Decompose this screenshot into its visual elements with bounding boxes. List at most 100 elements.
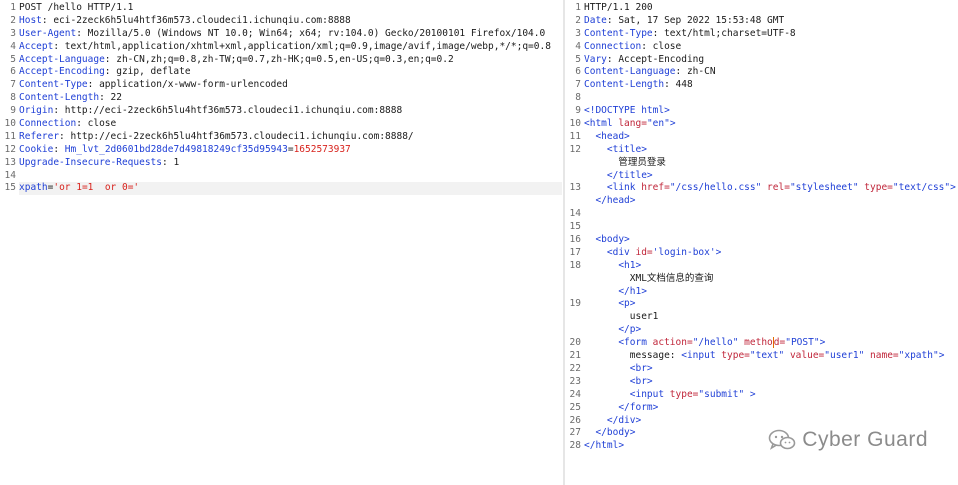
response-line[interactable]: 23 <br>: [566, 376, 958, 389]
request-line[interactable]: 5 Accept-Language: zh-CN,zh;q=0.8,zh-TW;q…: [0, 54, 562, 67]
request-line[interactable]: 6 Accept-Encoding: gzip, deflate: [0, 66, 562, 79]
line-code: Content-Length: 22: [19, 92, 122, 105]
line-number: 5: [575, 53, 581, 65]
code-token: </body>: [584, 427, 636, 439]
response-line[interactable]: </h1>: [566, 286, 958, 299]
code-token: : http://eci-2zeck6h5lu4htf36m573.cloude…: [59, 130, 414, 142]
code-token: <br>: [584, 375, 653, 387]
line-number: 10: [569, 118, 581, 130]
response-line[interactable]: 10 <html lang="en">: [566, 118, 958, 131]
response-line[interactable]: 24 <input type="submit" >: [566, 389, 958, 402]
response-line[interactable]: XML文档信息的查询: [566, 273, 958, 286]
request-line[interactable]: 8 Content-Length: 22: [0, 92, 562, 105]
response-line[interactable]: </p>: [566, 324, 958, 337]
line-code: Content-Length: 448: [584, 79, 693, 92]
pane-divider[interactable]: [563, 0, 565, 485]
code-token: : Accept-Encoding: [606, 53, 705, 65]
request-line[interactable]: 9 Origin: http://eci-2zeck6h5lu4htf36m573…: [0, 105, 562, 118]
code-token: : text/html;charset=UTF-8: [652, 27, 796, 39]
request-line[interactable]: 10 Connection: close: [0, 118, 562, 131]
request-line[interactable]: 7 Content-Type: application/x-www-form-ur…: [0, 79, 562, 92]
code-token: "/hello": [692, 337, 745, 349]
line-number: 7: [10, 79, 16, 91]
code-token: Content-Language: [584, 66, 676, 78]
response-line[interactable]: </title>: [566, 170, 958, 183]
response-line[interactable]: 26 </div>: [566, 415, 958, 428]
line-number: 25: [569, 401, 581, 413]
code-token: metho: [744, 337, 773, 349]
line-number: 12: [4, 143, 16, 155]
line-code: <form action="/hello" method="POST">: [584, 337, 825, 350]
response-line[interactable]: 4 Connection: close: [566, 41, 958, 54]
code-token: 管理员登录: [584, 156, 666, 168]
response-line[interactable]: </head>: [566, 195, 958, 208]
code-token: </title>: [584, 169, 653, 181]
code-token: "stylesheet": [789, 182, 865, 194]
request-line[interactable]: 12 Cookie: Hm_lvt_2d0601bd28de7d49818249c…: [0, 144, 562, 157]
response-line[interactable]: 9 <!DOCTYPE html>: [566, 105, 958, 118]
code-token: : gzip, deflate: [104, 66, 191, 78]
request-line[interactable]: 4 Accept: text/html,application/xhtml+xml…: [0, 41, 562, 54]
response-line[interactable]: 16 <body>: [566, 234, 958, 247]
request-line[interactable]: 3 User-Agent: Mozilla/5.0 (Windows NT 10.…: [0, 28, 562, 41]
code-token: "POST": [785, 337, 820, 349]
request-line[interactable]: 13 Upgrade-Insecure-Requests: 1: [0, 157, 562, 170]
code-token: <link: [584, 182, 642, 194]
code-token: "submit": [698, 388, 750, 400]
response-line[interactable]: 管理员登录: [566, 157, 958, 170]
code-token: : application/x-www-form-urlencoded: [87, 79, 288, 91]
line-code: User-Agent: Mozilla/5.0 (Windows NT 10.0…: [19, 28, 545, 41]
line-code: POST /hello HTTP/1.1: [19, 2, 133, 15]
line-code: user1: [584, 311, 659, 324]
line-number: 15: [569, 221, 581, 233]
response-line[interactable]: 15: [566, 221, 958, 234]
response-line[interactable]: 3 Content-Type: text/html;charset=UTF-8: [566, 28, 958, 41]
response-line[interactable]: 17 <div id='login-box'>: [566, 247, 958, 260]
code-token: Cookie: [19, 143, 54, 155]
response-line[interactable]: 1 HTTP/1.1 200: [566, 2, 958, 15]
response-line[interactable]: 13 <link href="/css/hello.css" rel="styl…: [566, 182, 958, 195]
code-token: : zh-CN,zh;q=0.8,zh-TW;q=0.7,zh-HK;q=0.5…: [104, 53, 454, 65]
code-token: : 22: [99, 92, 122, 104]
request-line[interactable]: 1 POST /hello HTTP/1.1: [0, 2, 562, 15]
code-token: Host: [19, 14, 42, 26]
response-viewer[interactable]: 1 HTTP/1.1 200 2 Date: Sat, 17 Sep 2022 15:…: [566, 2, 958, 485]
request-editor[interactable]: 1 POST /hello HTTP/1.1 2 Host: eci-2zeck6h5…: [0, 2, 562, 485]
code-token: Vary: [584, 53, 607, 65]
response-line[interactable]: 14: [566, 208, 958, 221]
response-line[interactable]: 18 <h1>: [566, 260, 958, 273]
request-line[interactable]: 14: [0, 170, 562, 183]
line-code: Content-Language: zh-CN: [584, 66, 716, 79]
response-line[interactable]: 11 <head>: [566, 131, 958, 144]
code-token: Content-Length: [19, 92, 100, 104]
code-token: Origin: [19, 105, 54, 117]
line-code: </body>: [584, 427, 635, 440]
code-token: name=: [870, 350, 899, 362]
line-number: 20: [569, 337, 581, 349]
request-line[interactable]: 2 Host: eci-2zeck6h5lu4htf36m573.cloudeci…: [0, 15, 562, 28]
code-token: :: [53, 143, 65, 155]
response-line[interactable]: 7 Content-Length: 448: [566, 79, 958, 92]
line-code: Content-Type: application/x-www-form-url…: [19, 79, 288, 92]
response-line[interactable]: 2 Date: Sat, 17 Sep 2022 15:53:48 GMT: [566, 15, 958, 28]
line-number: 2: [10, 14, 16, 26]
request-line[interactable]: 11 Referer: http://eci-2zeck6h5lu4htf36m5…: [0, 131, 562, 144]
request-line[interactable]: 15 xpath='or 1=1 or 0=': [0, 182, 562, 196]
line-number: 2: [575, 14, 581, 26]
response-line[interactable]: 20 <form action="/hello" method="POST">: [566, 337, 958, 350]
response-line[interactable]: user1: [566, 311, 958, 324]
code-token: type=: [721, 350, 750, 362]
response-line[interactable]: 6 Content-Language: zh-CN: [566, 66, 958, 79]
response-line[interactable]: 12 <title>: [566, 144, 958, 157]
line-number: 17: [569, 246, 581, 258]
code-token: </p>: [584, 324, 642, 336]
code-token: 'or 1=1 or 0=': [53, 182, 140, 194]
response-line[interactable]: 8: [566, 92, 958, 105]
code-token: <!DOCTYPE html>: [584, 105, 670, 117]
code-token: : http://eci-2zeck6h5lu4htf36m573.cloude…: [53, 105, 403, 117]
response-line[interactable]: 25 </form>: [566, 402, 958, 415]
response-line[interactable]: 22 <br>: [566, 363, 958, 376]
response-line[interactable]: 21 message: <input type="text" value="us…: [566, 350, 958, 363]
response-line[interactable]: 19 <p>: [566, 298, 958, 311]
response-line[interactable]: 5 Vary: Accept-Encoding: [566, 54, 958, 67]
